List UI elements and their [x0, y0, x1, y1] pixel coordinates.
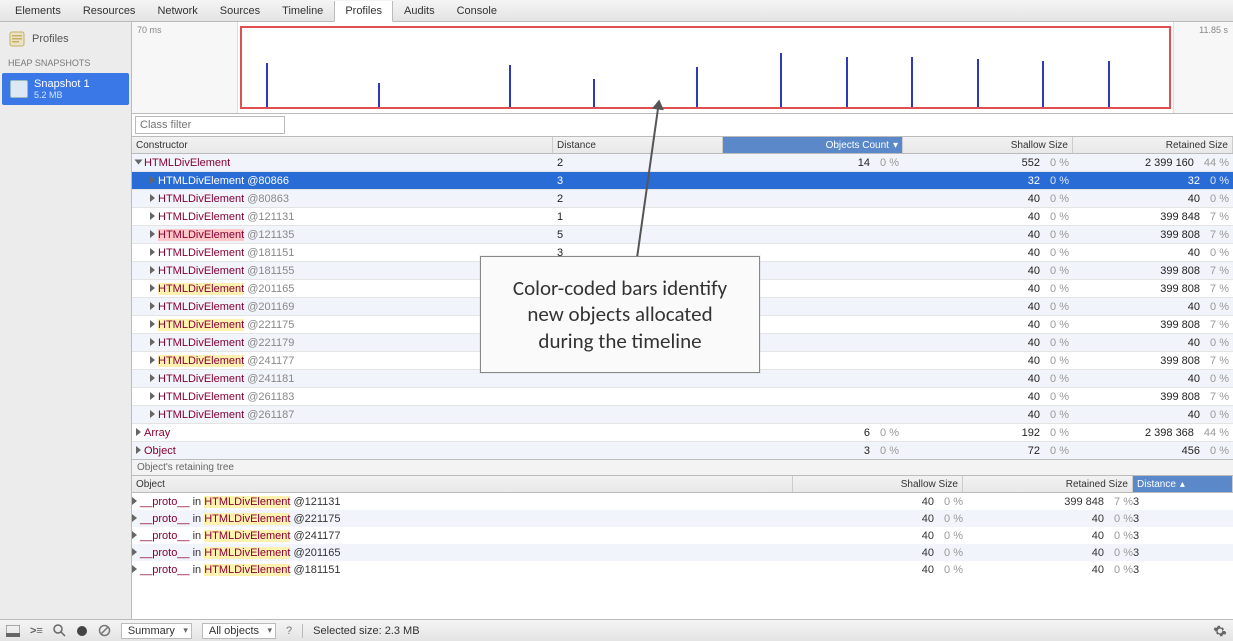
- timeline-bar: [696, 67, 698, 107]
- col-shallow-size[interactable]: Shallow Size: [903, 137, 1073, 153]
- clear-icon[interactable]: [98, 624, 111, 637]
- snapshot-item[interactable]: Snapshot 1 5.2 MB: [2, 73, 129, 105]
- timeline-bar: [593, 79, 595, 107]
- view-select[interactable]: Summary: [121, 623, 192, 639]
- heap-table-header: Constructor Distance Objects Count▾ Shal…: [132, 136, 1233, 154]
- rcol-shallow[interactable]: Shallow Size: [793, 476, 963, 492]
- retaining-tree-label: Object's retaining tree: [132, 459, 1233, 476]
- timeline-bar: [780, 53, 782, 107]
- document-icon: [8, 30, 26, 48]
- class-filter-input[interactable]: [135, 116, 285, 134]
- help-icon[interactable]: ?: [286, 625, 292, 637]
- rcol-retained[interactable]: Retained Size: [963, 476, 1133, 492]
- heap-row[interactable]: Array60 %1920 %2 398 36844 %: [132, 424, 1233, 442]
- retaining-tree-body[interactable]: __proto__ in HTMLDivElement @121131400 %…: [132, 493, 1233, 577]
- heap-row[interactable]: HTMLDivElement @1211311400 %399 8487 %: [132, 208, 1233, 226]
- heap-row[interactable]: HTMLDivElement @808663320 %320 %: [132, 172, 1233, 190]
- status-bar: >≡ Summary All objects ? Selected size: …: [0, 619, 1233, 641]
- col-distance[interactable]: Distance: [553, 137, 723, 153]
- console-icon[interactable]: >≡: [30, 625, 43, 637]
- tab-timeline[interactable]: Timeline: [271, 0, 334, 21]
- profiles-label: Profiles: [0, 26, 131, 52]
- annotation-callout: Color-coded bars identify new objects al…: [480, 256, 760, 373]
- rcol-object[interactable]: Object: [132, 476, 793, 492]
- timeline-bar: [266, 63, 268, 107]
- tab-console[interactable]: Console: [446, 0, 508, 21]
- timeline-chart[interactable]: [238, 22, 1173, 113]
- timeline-bar: [977, 59, 979, 107]
- tab-network[interactable]: Network: [146, 0, 208, 21]
- retaining-row[interactable]: __proto__ in HTMLDivElement @201165400 %…: [132, 544, 1233, 561]
- sidebar-category: HEAP SNAPSHOTS: [0, 52, 131, 71]
- timeline-start-label: 70 ms: [132, 22, 238, 113]
- selected-size-text: Selected size: 2.3 MB: [313, 625, 419, 637]
- tab-profiles[interactable]: Profiles: [334, 1, 393, 22]
- col-retained-size[interactable]: Retained Size: [1073, 137, 1233, 153]
- timeline-bar: [1108, 61, 1110, 107]
- tab-resources[interactable]: Resources: [72, 0, 147, 21]
- col-objects-count[interactable]: Objects Count▾: [723, 137, 903, 153]
- snapshot-icon: [10, 80, 28, 98]
- tab-sources[interactable]: Sources: [209, 0, 271, 21]
- search-icon[interactable]: [53, 624, 66, 637]
- timeline-bar: [509, 65, 511, 107]
- timeline-bar: [378, 83, 380, 107]
- timeline-bar: [846, 57, 848, 107]
- retaining-row[interactable]: __proto__ in HTMLDivElement @221175400 %…: [132, 510, 1233, 527]
- heap-row[interactable]: HTMLDivElement @808632400 %400 %: [132, 190, 1233, 208]
- rcol-distance[interactable]: Distance▴: [1133, 476, 1233, 492]
- snapshot-text: Snapshot 1 5.2 MB: [34, 78, 90, 100]
- dock-icon[interactable]: [6, 625, 20, 637]
- retaining-row[interactable]: __proto__ in HTMLDivElement @121131400 %…: [132, 493, 1233, 510]
- retaining-row[interactable]: __proto__ in HTMLDivElement @181151400 %…: [132, 561, 1233, 577]
- heap-row[interactable]: HTMLDivElement @1211355400 %399 8087 %: [132, 226, 1233, 244]
- timeline-bar: [911, 57, 913, 107]
- record-icon[interactable]: [76, 625, 88, 637]
- tab-elements[interactable]: Elements: [4, 0, 72, 21]
- retaining-row[interactable]: __proto__ in HTMLDivElement @241177400 %…: [132, 527, 1233, 544]
- timeline-bar: [1042, 61, 1044, 107]
- filter-select[interactable]: All objects: [202, 623, 276, 639]
- heap-row[interactable]: HTMLDivElement @261187400 %400 %: [132, 406, 1233, 424]
- heap-row[interactable]: HTMLDivElement @261183400 %399 8087 %: [132, 388, 1233, 406]
- allocation-timeline[interactable]: 70 ms 11.85 s: [132, 22, 1233, 114]
- col-constructor[interactable]: Constructor: [132, 137, 553, 153]
- profiles-text: Profiles: [32, 33, 69, 45]
- tab-audits[interactable]: Audits: [393, 0, 446, 21]
- devtools-tabs: Elements Resources Network Sources Timel…: [0, 0, 1233, 22]
- timeline-end-label: 11.85 s: [1173, 22, 1233, 113]
- retaining-tree-header: Object Shallow Size Retained Size Distan…: [132, 476, 1233, 493]
- settings-icon[interactable]: [1213, 624, 1227, 638]
- profiles-sidebar: Profiles HEAP SNAPSHOTS Snapshot 1 5.2 M…: [0, 22, 132, 619]
- heap-row[interactable]: Object30 %720 %4560 %: [132, 442, 1233, 459]
- heap-row[interactable]: HTMLDivElement2140 %5520 %2 399 16044 %: [132, 154, 1233, 172]
